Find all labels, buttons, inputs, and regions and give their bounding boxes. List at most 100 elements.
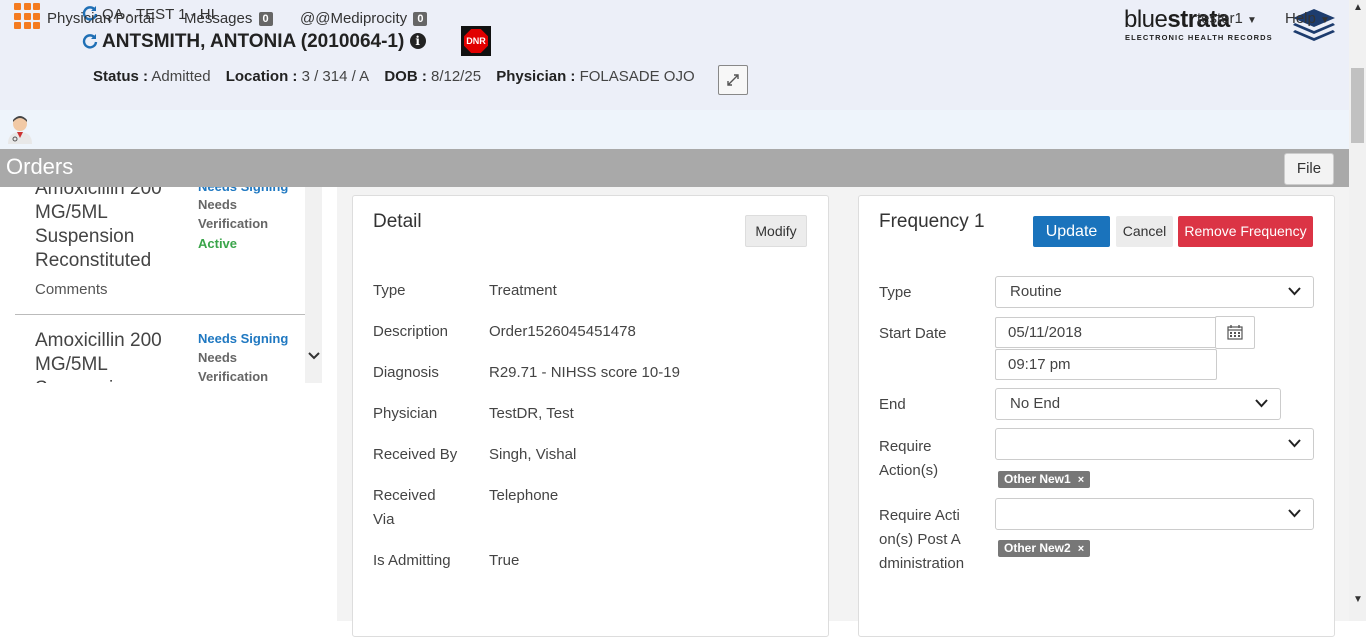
status-label: Status : <box>93 68 149 85</box>
caret-down-icon: ▼ <box>1247 15 1257 26</box>
start-date-label: Start Date <box>879 325 947 342</box>
calendar-icon <box>1227 325 1243 340</box>
end-value: No End <box>1010 395 1061 412</box>
scrollbar-thumb[interactable] <box>1351 68 1364 143</box>
start-date-value: 05/11/2018 <box>1008 324 1082 341</box>
comments-link[interactable]: Comments <box>35 281 108 298</box>
order-name: Amoxicillin 200 MG/5ML Suspension Recons… <box>35 187 162 271</box>
chevron-down-icon <box>1288 509 1301 518</box>
dob-value: 8/12/25 <box>430 68 482 85</box>
cancel-button[interactable]: Cancel <box>1116 216 1173 247</box>
patient-name: ANTSMITH, ANTONIA (2010064-1) i <box>102 31 426 53</box>
page-scrollbar[interactable]: ▲ ▼ <box>1349 0 1366 621</box>
physician-avatar-icon <box>6 114 34 144</box>
detail-is-admitting-label: Is Admitting <box>373 552 451 569</box>
chevron-down-icon <box>1255 399 1268 408</box>
location-label: Location : <box>225 68 298 85</box>
detail-received-via-label: Received Via <box>373 487 436 528</box>
nav-messages-label: Messages <box>184 10 253 27</box>
require-action-tag-label: Other New1 <box>1004 472 1071 486</box>
frequency-type-value: Routine <box>1010 283 1062 300</box>
status-needs-signing: Needs Signing <box>198 331 289 346</box>
require-actions-select[interactable] <box>995 428 1314 460</box>
orders-title: Orders <box>6 154 74 179</box>
messages-count-badge: 0 <box>258 12 273 26</box>
help-menu-label: Help <box>1285 10 1316 27</box>
remove-frequency-button[interactable]: Remove Frequency <box>1178 216 1313 247</box>
detail-type-value: Treatment <box>489 282 557 299</box>
require-action-tag: Other New1 × <box>998 471 1091 488</box>
start-time-input[interactable]: 09:17 pm <box>995 349 1217 380</box>
help-menu[interactable]: Help ▼ <box>1285 10 1330 27</box>
caret-down-icon: ▼ <box>1320 15 1330 26</box>
status-value: Admitted <box>151 68 211 85</box>
frequency-title: Frequency 1 <box>879 211 985 232</box>
frequency-type-select[interactable]: Routine <box>995 276 1314 308</box>
file-button[interactable]: File <box>1284 153 1334 185</box>
update-button[interactable]: Update <box>1033 216 1110 247</box>
detail-title: Detail <box>373 211 422 232</box>
require-actions-post-select[interactable] <box>995 498 1314 530</box>
order-list-scrollbar[interactable] <box>305 187 322 383</box>
expand-icon <box>727 74 739 86</box>
logo-subtitle: ELECTRONIC HEALTH RECORDS <box>1125 33 1273 42</box>
dnr-icon: DNR <box>461 26 491 56</box>
top-navbar <box>0 110 1349 150</box>
chevron-down-icon <box>1288 287 1301 296</box>
logo-text-light: blue <box>1124 6 1168 33</box>
detail-type-label: Type <box>373 282 406 299</box>
status-needs-verification: Needs Verification <box>198 197 269 231</box>
tag-remove-icon[interactable]: × <box>1078 543 1084 555</box>
require-actions-label: Require Action(s) <box>879 438 939 479</box>
chevron-down-icon[interactable] <box>308 351 320 361</box>
detail-received-by-value: Singh, Vishal <box>489 446 577 463</box>
dob-label: DOB : <box>384 68 427 85</box>
location-value: 3 / 314 / A <box>301 68 370 85</box>
detail-diagnosis-value: R29.71 - NIHSS score 10-19 <box>489 364 680 381</box>
scroll-up-icon[interactable]: ▲ <box>1353 2 1363 13</box>
require-action-post-tag: Other New2 × <box>998 540 1091 557</box>
start-time-value: 09:17 pm <box>1008 356 1071 373</box>
detail-received-via-value: Telephone <box>489 487 559 504</box>
chevron-down-icon <box>1288 439 1301 448</box>
physician-value: FOLASADE OJO <box>579 68 695 85</box>
apps-grid-icon[interactable] <box>14 3 40 29</box>
frequency-type-label: Type <box>879 284 912 301</box>
orders-bar <box>0 149 1349 187</box>
divider <box>15 314 305 315</box>
detail-is-admitting-value: True <box>489 552 520 569</box>
info-icon[interactable]: i <box>409 33 426 49</box>
order-list: Amoxicillin 200 MG/5ML Suspension Recons… <box>0 187 322 383</box>
detail-description-label: Description <box>373 323 449 340</box>
start-date-input[interactable]: 05/11/2018 <box>995 317 1217 348</box>
status-needs-verification: Needs Verification <box>198 350 269 383</box>
require-actions-post-label: Require Action(s) Post Administration <box>879 507 965 572</box>
detail-received-by-label: Received By <box>373 446 458 463</box>
detail-diagnosis-label: Diagnosis <box>373 364 439 381</box>
scroll-down-icon[interactable]: ▼ <box>1353 594 1363 605</box>
nav-physician-portal[interactable]: Physician Portal <box>47 10 155 27</box>
detail-physician-value: TestDR, Test <box>489 405 574 422</box>
tag-remove-icon[interactable]: × <box>1078 474 1084 486</box>
nav-mediprocity[interactable]: @@Mediprocity 0 <box>300 10 428 27</box>
patient-name-text: ANTSMITH, ANTONIA (2010064-1) <box>102 31 405 52</box>
calendar-button[interactable] <box>1215 316 1255 349</box>
status-active: Active <box>198 236 238 251</box>
refresh-patient-icon[interactable] <box>82 33 98 53</box>
require-action-post-tag-label: Other New2 <box>1004 541 1071 555</box>
end-label: End <box>879 396 906 413</box>
nav-mediprocity-label: @@Mediprocity <box>300 10 408 27</box>
order-name: Amoxicillin 200 MG/5ML Suspension Recons… <box>35 330 162 383</box>
physician-label: Physician : <box>496 68 576 85</box>
user-menu-label: tester1 <box>1197 10 1243 27</box>
user-menu[interactable]: tester1 ▼ <box>1197 10 1257 27</box>
expand-button[interactable] <box>718 65 748 95</box>
modify-button[interactable]: Modify <box>745 215 807 247</box>
detail-physician-label: Physician <box>373 405 438 422</box>
mediprocity-count-badge: 0 <box>413 12 428 26</box>
nav-messages[interactable]: Messages 0 <box>184 10 273 27</box>
dnr-label: DNR <box>464 29 488 53</box>
end-select[interactable]: No End <box>995 388 1281 420</box>
detail-description-value: Order1526045451478 <box>489 323 636 340</box>
patient-status-line: Status : Admitted Location : 3 / 314 / A… <box>93 68 695 85</box>
